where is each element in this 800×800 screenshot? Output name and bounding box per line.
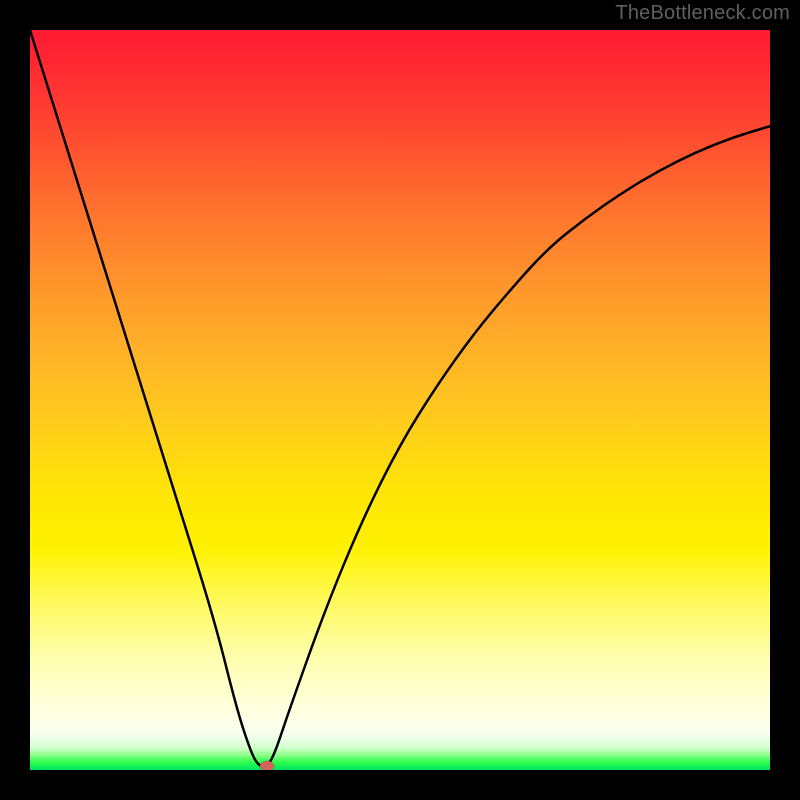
curve-path [30, 30, 770, 766]
minimum-marker-icon [260, 761, 274, 770]
chart-frame: TheBottleneck.com [0, 0, 800, 800]
plot-area [30, 30, 770, 770]
watermark-text: TheBottleneck.com [615, 2, 790, 25]
bottleneck-curve [30, 30, 770, 770]
